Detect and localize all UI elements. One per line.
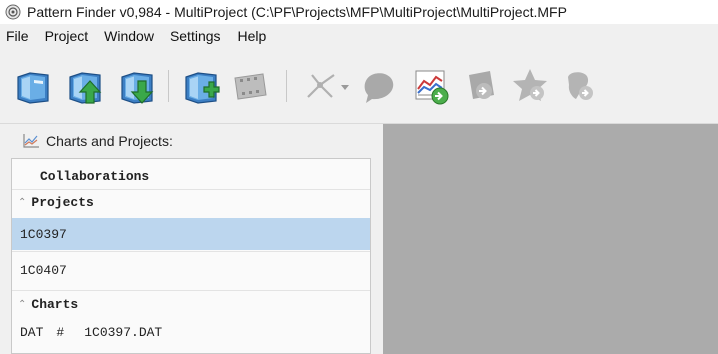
project-item[interactable]: 1C0407 — [12, 255, 370, 285]
open-project-icon[interactable] — [12, 65, 54, 107]
blob-icon[interactable] — [358, 65, 400, 107]
add-chart-icon[interactable] — [180, 65, 222, 107]
tag-export-icon[interactable] — [560, 65, 602, 107]
chart-marker: # — [56, 324, 65, 340]
export-icon[interactable] — [460, 65, 502, 107]
collaborations-item[interactable]: Collaborations — [12, 165, 370, 187]
main-workspace[interactable] — [383, 124, 718, 354]
divider — [12, 251, 370, 252]
title-bar: Pattern Finder v0,984 - MultiProject (C:… — [0, 0, 718, 24]
chart-type: DAT — [20, 324, 44, 340]
divider — [12, 189, 370, 190]
charts-section-header[interactable]: ⌃ Charts — [12, 293, 370, 315]
projects-section-label: Projects — [31, 194, 94, 210]
chart-export-icon[interactable] — [410, 65, 452, 107]
collapse-chevron-icon[interactable]: ⌃ — [18, 197, 26, 208]
filmstrip-icon[interactable] — [230, 65, 272, 107]
star-export-icon[interactable] — [510, 65, 552, 107]
chart-name: 1C0397.DAT — [84, 324, 163, 340]
chart-item[interactable]: DAT # 1C0397.DAT — [12, 319, 370, 345]
toolbar-separator — [168, 70, 169, 102]
divider — [12, 290, 370, 291]
menu-settings[interactable]: Settings — [170, 28, 221, 44]
menu-help[interactable]: Help — [238, 28, 267, 44]
charts-projects-panel: Charts and Projects: Collaborations ⌃ Pr… — [0, 124, 375, 354]
app-icon — [5, 4, 21, 20]
window-title: Pattern Finder v0,984 - MultiProject (C:… — [27, 4, 567, 20]
network-icon[interactable] — [300, 65, 342, 107]
menu-window[interactable]: Window — [104, 28, 154, 44]
download-project-icon[interactable] — [116, 65, 158, 107]
menu-file[interactable]: File — [6, 28, 29, 44]
menu-project[interactable]: Project — [45, 28, 89, 44]
toolbar-separator — [286, 70, 287, 102]
panel-header: Charts and Projects: — [0, 124, 375, 158]
projects-section-header[interactable]: ⌃ Projects — [12, 191, 370, 213]
dropdown-arrow-icon[interactable] — [338, 65, 352, 107]
collapse-chevron-icon[interactable]: ⌃ — [18, 299, 26, 310]
menu-bar: File Project Window Settings Help — [0, 24, 718, 48]
project-item-selected[interactable]: 1C0397 — [12, 218, 370, 250]
charts-section-label: Charts — [31, 296, 79, 312]
panel-splitter[interactable] — [375, 124, 383, 354]
panel-title: Charts and Projects: — [46, 133, 173, 149]
upload-project-icon[interactable] — [64, 65, 106, 107]
chart-panel-icon — [23, 134, 39, 148]
toolbar — [0, 48, 718, 124]
project-tree[interactable]: Collaborations ⌃ Projects 1C0397 1C0407 … — [11, 158, 371, 354]
